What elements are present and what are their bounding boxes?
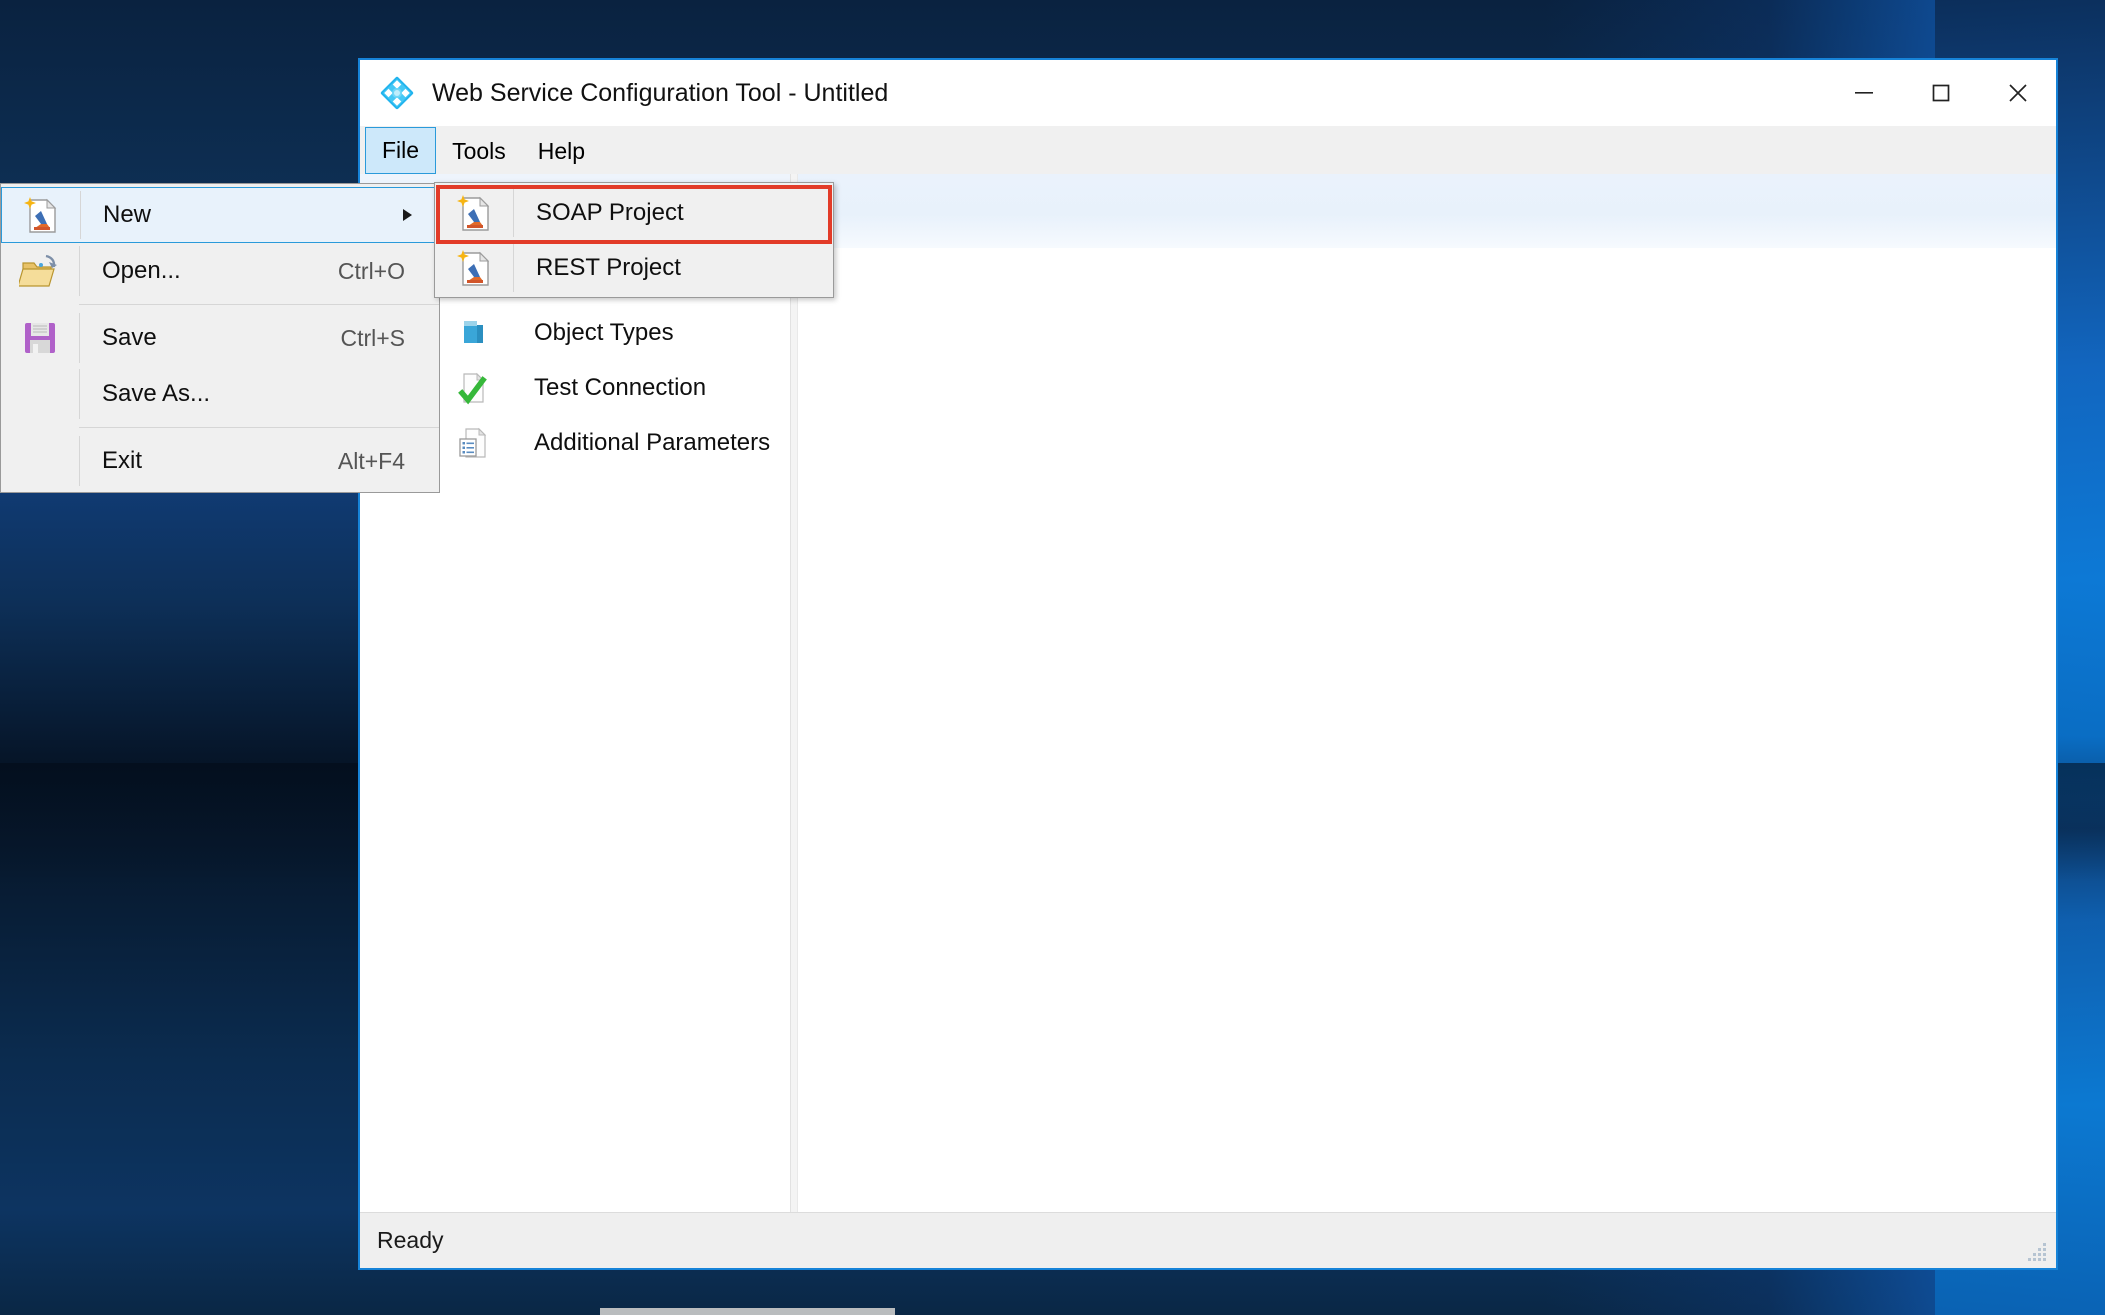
open-folder-icon (1, 252, 79, 290)
minimize-icon (1854, 92, 1873, 94)
resize-grip-icon[interactable] (2023, 1237, 2049, 1263)
menu-item-rest-project-label: REST Project (536, 253, 681, 281)
menu-item-open[interactable]: Open... Ctrl+O (1, 243, 439, 299)
maximize-icon (1932, 84, 1949, 102)
menu-bar-item-help[interactable]: Help (522, 128, 601, 174)
new-submenu: SOAP Project REST Project (434, 182, 834, 298)
menu-separator (79, 304, 439, 305)
window-title: Web Service Configuration Tool - Untitle… (432, 78, 889, 107)
menu-item-object-types-label: Object Types (534, 318, 674, 346)
minimize-button[interactable] (1825, 61, 1902, 125)
test-connection-check-icon (434, 371, 512, 405)
menu-item-additional-parameters[interactable]: Additional Parameters (434, 415, 834, 470)
tools-menu-items: Object Types Test Connection Additional … (434, 305, 834, 470)
file-dropdown-menu: New Open... Ctrl+O Save Ctrl+S Save As..… (0, 183, 440, 493)
menu-item-save[interactable]: Save Ctrl+S (1, 310, 439, 366)
menu-item-exit[interactable]: Exit Alt+F4 (1, 433, 439, 489)
additional-parameters-icon (434, 426, 512, 460)
window-controls (1825, 60, 2056, 126)
close-icon (2008, 84, 2027, 102)
menu-bar-item-file-label: File (382, 137, 420, 163)
main-panel[interactable] (798, 174, 2056, 1212)
menu-item-open-accelerator: Ctrl+O (337, 257, 405, 284)
menu-item-test-connection[interactable]: Test Connection (434, 360, 834, 415)
menu-item-object-types[interactable]: Object Types (434, 305, 834, 360)
menu-bar-item-tools[interactable]: Tools (436, 128, 522, 174)
menu-bar-item-file[interactable]: File (365, 127, 437, 174)
menu-item-exit-label: Exit (102, 447, 143, 474)
menu-item-rest-project[interactable]: REST Project (435, 240, 833, 295)
status-bar: Ready (360, 1212, 2056, 1268)
diamond-node-icon (380, 76, 414, 110)
menu-item-save-label: Save (102, 324, 157, 351)
menu-item-save-as-label: Save As... (102, 380, 211, 407)
new-document-icon (435, 247, 513, 289)
title-bar[interactable]: Web Service Configuration Tool - Untitle… (360, 60, 2056, 126)
new-document-icon (435, 192, 513, 234)
menu-separator (79, 427, 439, 428)
menu-item-open-label: Open... (102, 257, 181, 284)
menu-item-save-accelerator: Ctrl+S (340, 324, 405, 351)
menu-item-additional-parameters-label: Additional Parameters (534, 428, 771, 456)
status-text: Ready (377, 1227, 444, 1253)
menu-item-new-label: New (103, 201, 152, 228)
taskbar-edge (600, 1308, 895, 1315)
main-panel-header (798, 174, 2056, 248)
maximize-button[interactable] (1902, 61, 1979, 125)
menu-bar-item-help-label: Help (537, 137, 586, 164)
object-types-icon (434, 317, 512, 349)
menu-item-test-connection-label: Test Connection (534, 373, 707, 401)
menu-bar-item-tools-label: Tools (452, 137, 506, 164)
menu-item-save-as[interactable]: Save As... (1, 366, 439, 422)
save-floppy-icon (1, 319, 79, 357)
menu-item-exit-accelerator: Alt+F4 (337, 447, 405, 474)
new-document-icon (2, 194, 80, 236)
close-button[interactable] (1979, 61, 2056, 125)
menu-item-new[interactable]: New (1, 187, 439, 243)
menu-item-soap-project-label: SOAP Project (536, 198, 684, 226)
menu-bar: File Tools Help (360, 126, 2056, 174)
menu-item-soap-project[interactable]: SOAP Project (435, 185, 833, 240)
submenu-arrow-icon (400, 207, 438, 223)
